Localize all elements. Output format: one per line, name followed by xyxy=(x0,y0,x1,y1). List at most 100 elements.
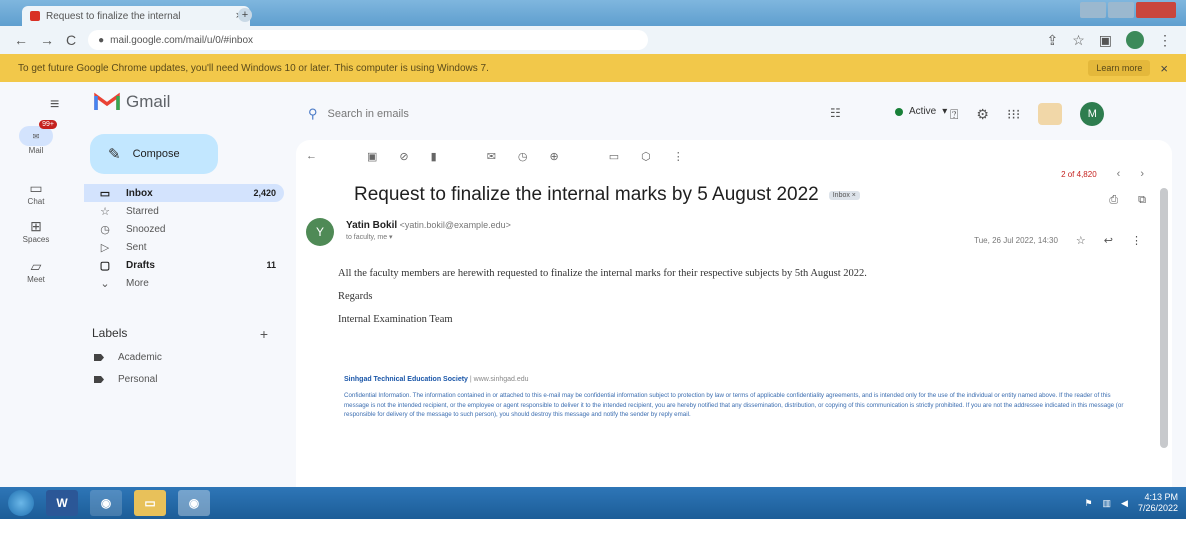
star-icon: ☆ xyxy=(100,205,110,218)
scrollbar[interactable] xyxy=(1160,188,1168,448)
search-input[interactable]: Search in emails xyxy=(328,108,409,120)
clock[interactable]: 4:13 PM 7/26/2022 xyxy=(1138,492,1178,514)
message-more-icon[interactable]: ⋮ xyxy=(1131,234,1142,247)
disclaimer-text: Confidential Information. The informatio… xyxy=(344,392,1124,418)
maximize-button[interactable] xyxy=(1108,2,1134,18)
folder-starred[interactable]: ☆ Starred xyxy=(84,202,284,220)
move-to-icon[interactable]: ▭ xyxy=(609,150,619,163)
label-icon xyxy=(94,354,104,361)
sender-name[interactable]: Yatin Bokil xyxy=(346,220,397,231)
open-new-window-icon[interactable]: ⧉ xyxy=(1138,194,1146,207)
inbox-label-chip[interactable]: Inbox × xyxy=(828,190,860,200)
app-rail: ≡ ✉ 99+ Mail ▭ Chat ⊞ Spaces ▱ Meet xyxy=(0,82,76,487)
explorer-taskbar-icon[interactable]: ▭ xyxy=(134,490,166,516)
inbox-icon: ▭ xyxy=(99,187,111,200)
tray-flag-icon[interactable]: ⚑ xyxy=(1084,498,1092,509)
message-meta: Tue, 26 Jul 2022, 14:30 ☆ ↩ ⋮ xyxy=(974,234,1142,247)
new-tab-button[interactable]: + xyxy=(238,8,252,22)
add-label-icon[interactable]: + xyxy=(260,326,268,342)
labels-title: Labels xyxy=(92,326,128,340)
browser-menu-icon[interactable]: ⋮ xyxy=(1158,32,1172,49)
draft-icon: ▢ xyxy=(99,259,111,272)
report-spam-icon[interactable]: ⊘ xyxy=(399,150,408,163)
folder-more[interactable]: ⌄ More xyxy=(84,274,284,292)
rail-label-chat: Chat xyxy=(27,197,45,206)
star-message-icon[interactable]: ☆ xyxy=(1076,234,1086,247)
gmail-wordmark: Gmail xyxy=(126,92,171,111)
rail-item-meet[interactable]: ▱ Meet xyxy=(6,258,66,284)
send-icon: ▷ xyxy=(100,241,110,254)
start-button[interactable] xyxy=(8,490,34,516)
chrome-taskbar-icon[interactable]: ◉ xyxy=(90,490,122,516)
status-label: Active xyxy=(909,106,937,117)
search-options-icon[interactable]: ☷ xyxy=(830,106,841,120)
tab-title: Request to finalize the internal xyxy=(46,10,181,22)
labels-icon[interactable]: ⬡ xyxy=(641,150,651,163)
clock-time: 4:13 PM xyxy=(1144,492,1178,502)
word-taskbar-icon[interactable]: W xyxy=(46,490,78,516)
address-bar[interactable]: ● mail.google.com/mail/u/0/#inbox xyxy=(88,30,649,50)
add-task-icon[interactable]: ⊕ xyxy=(550,150,559,163)
folder-inbox[interactable]: ▭ Inbox 2,420 xyxy=(84,184,284,202)
infobar-close-icon[interactable]: × xyxy=(1160,61,1168,76)
gmail-logo[interactable]: Gmail xyxy=(94,92,170,112)
rail-item-spaces[interactable]: ⊞ Spaces xyxy=(6,218,66,244)
message-body: All the faculty members are herewith req… xyxy=(338,268,1098,337)
gmail-m-icon xyxy=(94,92,120,112)
label-personal[interactable]: Personal xyxy=(94,374,157,385)
infobar-learn-more-button[interactable]: Learn more xyxy=(1088,60,1151,76)
tray-volume-icon[interactable]: ◀ xyxy=(1121,498,1128,509)
system-tray: ⚑ ▥ ◀ 4:13 PM 7/26/2022 xyxy=(1084,492,1178,514)
folder-list: ▭ Inbox 2,420 ☆ Starred ◷ Snoozed ▷ Sent… xyxy=(84,184,284,292)
tray-network-icon[interactable]: ▥ xyxy=(1103,498,1112,509)
compose-label: Compose xyxy=(132,148,180,160)
bookmark-star-icon[interactable]: ☆ xyxy=(1072,32,1085,49)
older-chevron-icon[interactable]: › xyxy=(1140,168,1144,180)
more-options-icon[interactable]: ⋮ xyxy=(673,150,684,163)
search-bar[interactable]: ⚲ Search in emails xyxy=(298,100,648,128)
rail-item-mail[interactable]: ✉ 99+ Mail xyxy=(6,120,66,155)
active-dot-icon xyxy=(895,107,903,116)
help-icon[interactable]: ⍰ xyxy=(950,106,958,123)
label-academic[interactable]: Academic xyxy=(94,352,162,363)
side-panel-icon[interactable]: ▣ xyxy=(1099,32,1112,49)
share-icon[interactable]: ⇪ xyxy=(1046,32,1058,49)
back-to-inbox-icon[interactable]: ← xyxy=(306,150,317,162)
reply-icon[interactable]: ↩ xyxy=(1104,234,1113,247)
print-icon[interactable]: ⎙ xyxy=(1109,194,1118,207)
signature-org-name: Sinhgad Technical Education Society xyxy=(344,376,468,383)
rail-label-mail: Mail xyxy=(28,146,44,155)
browser-profile-avatar[interactable] xyxy=(1126,31,1144,49)
apps-grid-icon[interactable]: ⁝⁝⁝ xyxy=(1007,106,1020,123)
status-caret-icon: ▾ xyxy=(942,106,948,117)
lock-icon: ● xyxy=(98,34,105,46)
compose-button[interactable]: ✎ Compose xyxy=(90,134,218,174)
archive-icon[interactable]: ▣ xyxy=(367,150,377,163)
window-close-button[interactable] xyxy=(1136,2,1176,18)
main-menu-icon[interactable]: ≡ xyxy=(50,96,59,114)
minimize-button[interactable] xyxy=(1080,2,1106,18)
reload-icon[interactable]: C xyxy=(66,32,76,48)
folder-drafts[interactable]: ▢ Drafts 11 xyxy=(84,256,284,274)
recipients-toggle[interactable]: to faculty, me ▾ xyxy=(346,233,511,241)
pager-text: 2 of 4,820 xyxy=(1061,169,1097,179)
folder-sent[interactable]: ▷ Sent xyxy=(84,238,284,256)
forward-icon[interactable]: → xyxy=(40,32,54,48)
newer-chevron-icon[interactable]: ‹ xyxy=(1117,168,1121,180)
search-icon[interactable]: ⚲ xyxy=(308,106,318,122)
page-margin xyxy=(0,519,1186,547)
organization-logo[interactable] xyxy=(1038,103,1063,125)
delete-icon[interactable]: ▮ xyxy=(431,150,437,163)
account-avatar[interactable]: M xyxy=(1080,102,1105,126)
folder-label: Drafts xyxy=(126,259,155,271)
back-icon[interactable]: ← xyxy=(14,32,28,48)
status-selector[interactable]: Active ▾ xyxy=(895,106,947,117)
mark-unread-icon[interactable]: ✉ xyxy=(487,150,496,163)
settings-gear-icon[interactable]: ⚙ xyxy=(976,106,989,123)
snooze-icon[interactable]: ◷ xyxy=(518,150,528,163)
rail-item-chat[interactable]: ▭ Chat xyxy=(6,180,66,206)
signature-site[interactable]: | www.sinhgad.edu xyxy=(470,376,529,383)
chrome-active-taskbar-icon[interactable]: ◉ xyxy=(178,490,210,516)
browser-tab[interactable]: Request to finalize the internal × xyxy=(22,6,250,26)
folder-snoozed[interactable]: ◷ Snoozed xyxy=(84,220,284,238)
